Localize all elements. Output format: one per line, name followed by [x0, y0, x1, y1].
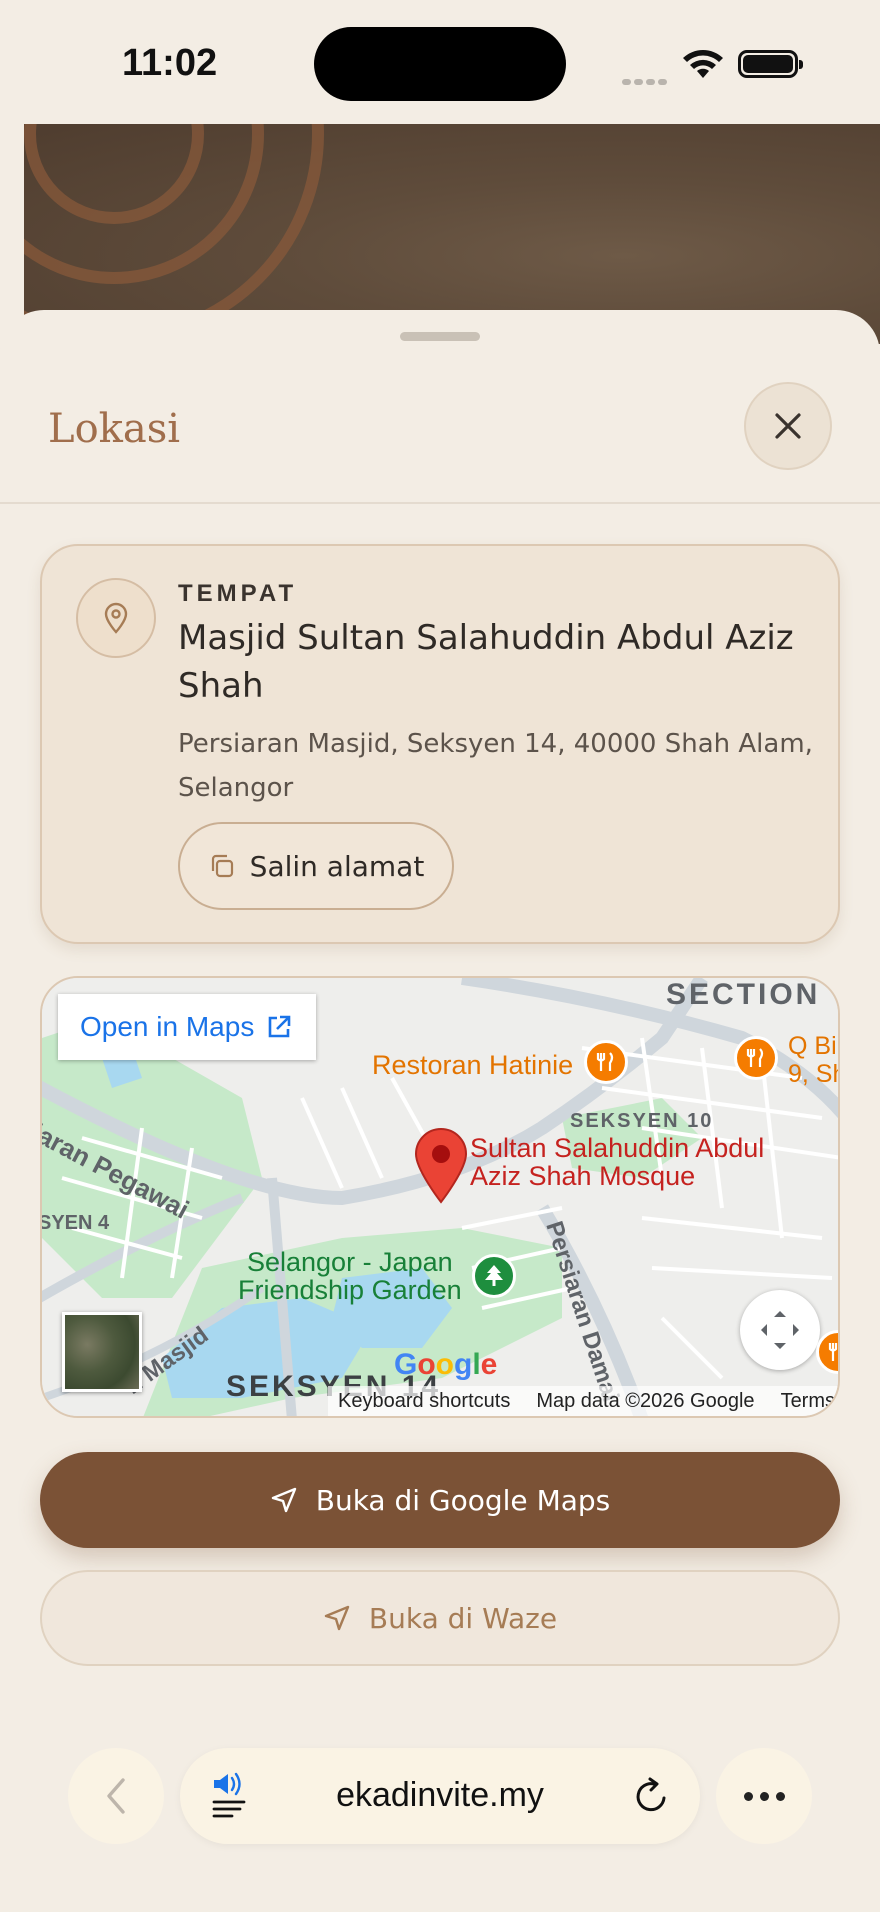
browser-toolbar: ekadinvite.my [0, 1730, 880, 1912]
sheet-title: Lokasi [48, 406, 181, 452]
location-marker-icon[interactable] [414, 1128, 468, 1204]
address-bar[interactable]: ekadinvite.my [180, 1748, 700, 1844]
open-waze-label: Buka di Waze [368, 1601, 558, 1635]
header-divider [0, 502, 880, 504]
chevron-left-icon [107, 1778, 125, 1814]
keyboard-shortcuts-link[interactable]: Keyboard shortcuts [338, 1390, 510, 1413]
fullscreen-button[interactable] [740, 1290, 820, 1370]
wifi-icon [683, 50, 723, 78]
restaurant-poi-icon[interactable] [734, 1036, 778, 1080]
more-button[interactable] [716, 1748, 812, 1844]
navigation-arrow-icon [324, 1605, 350, 1631]
open-waze-button[interactable]: Buka di Waze [40, 1570, 840, 1666]
map-label-section: SECTION [666, 978, 821, 1011]
navigation-arrow-icon [271, 1487, 296, 1513]
park-poi-icon[interactable] [472, 1254, 516, 1298]
open-in-maps-link[interactable]: Open in Maps [58, 994, 316, 1060]
copy-icon [211, 854, 233, 878]
map-label-restoran: Restoran Hatinie [372, 1050, 574, 1080]
url-text: ekadinvite.my [336, 1776, 544, 1814]
open-google-maps-button[interactable]: Buka di Google Maps [40, 1452, 840, 1548]
satellite-toggle-button[interactable] [62, 1312, 142, 1392]
copy-address-label: Salin alamat [249, 849, 425, 883]
map-label-seksyen10: SEKSYEN 10 [570, 1110, 714, 1132]
location-pin-icon [104, 602, 128, 634]
copy-address-button[interactable]: Salin alamat [178, 822, 454, 910]
sheet-grabber[interactable] [400, 332, 480, 341]
venue-card: TEMPAT Masjid Sultan Salahuddin Abdul Az… [40, 544, 840, 944]
more-icon [743, 1791, 753, 1801]
open-google-maps-label: Buka di Google Maps [315, 1483, 611, 1517]
close-button[interactable] [744, 382, 832, 470]
external-link-icon [269, 1015, 291, 1038]
map-label-qbi: Q Bi 9, Sh [788, 1032, 838, 1088]
embedded-map[interactable]: Open in Maps SECTION Restoran Hatinie Q … [40, 976, 840, 1418]
map-label-mosque: Sultan Salahuddin Abdul Aziz Shah Mosque [470, 1133, 765, 1191]
back-button[interactable] [68, 1748, 164, 1844]
terms-link[interactable]: Terms [781, 1390, 835, 1413]
fullscreen-icon [761, 1311, 799, 1349]
venue-address: Persiaran Masjid, Seksyen 14, 40000 Shah… [178, 729, 813, 803]
close-icon [775, 413, 801, 439]
google-logo: Google [394, 1348, 498, 1381]
map-label-japan-garden: Selangor - Japan Friendship Garden [238, 1247, 462, 1305]
reload-icon[interactable] [632, 1776, 672, 1816]
battery-icon [738, 50, 803, 78]
location-sheet: Lokasi TEMPAT Masjid Sultan Salahuddin A… [0, 310, 880, 1912]
restaurant-poi-icon[interactable] [584, 1040, 628, 1084]
venue-name: Masjid Sultan Salahuddin Abdul Aziz Shah [178, 618, 794, 706]
venue-pin-badge [76, 578, 156, 658]
venue-label: TEMPAT [178, 580, 298, 607]
open-in-maps-label: Open in Maps [80, 1011, 255, 1042]
map-label-seksyen4: SYEN 4 [40, 1212, 110, 1234]
status-bar: 11:02 [0, 0, 880, 124]
cellular-signal-icon [622, 70, 670, 89]
status-time: 11:02 [122, 42, 218, 84]
map-footer: Keyboard shortcuts Map data ©2026 Google… [328, 1386, 838, 1416]
map-data-attribution: Map data ©2026 Google [536, 1389, 755, 1412]
dynamic-island [314, 27, 566, 101]
